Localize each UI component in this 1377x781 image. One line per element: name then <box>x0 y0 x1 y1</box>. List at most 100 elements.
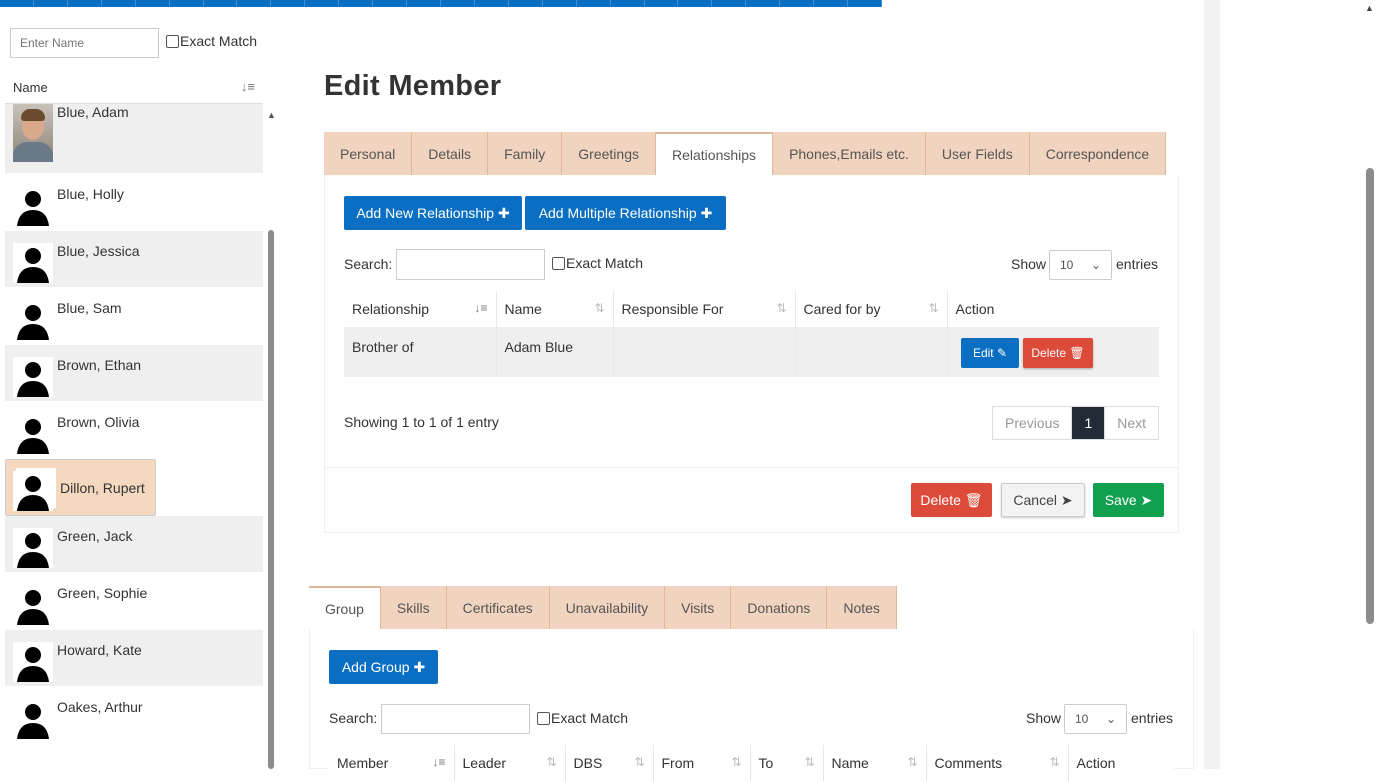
col-cared-for-by[interactable]: Cared for by ⇅ <box>795 291 948 327</box>
list-item[interactable]: Howard, Kate <box>5 630 263 687</box>
list-item[interactable]: Blue, Holly <box>5 174 263 231</box>
tab-donations[interactable]: Donations <box>731 586 828 629</box>
list-item[interactable]: Oakes, Arthur <box>5 687 263 744</box>
list-item[interactable]: Brown, Ethan <box>5 345 263 402</box>
tab-personal[interactable]: Personal <box>324 132 413 175</box>
avatar <box>13 642 53 682</box>
sort-icon[interactable]: ⇅ <box>546 755 556 769</box>
cell-relationship: Brother of <box>344 327 497 377</box>
col-name[interactable]: Name ⇅ <box>496 291 614 327</box>
list-item[interactable]: Green, Jack <box>5 516 263 573</box>
delete-member-button[interactable]: Delete 🗑 <box>911 483 992 517</box>
col-name[interactable]: Name ⇅ <box>823 745 927 781</box>
tab-details[interactable]: Details <box>412 132 489 175</box>
list-item[interactable]: Blue, Sam <box>5 288 263 345</box>
tab-correspondence[interactable]: Correspondence <box>1029 132 1167 175</box>
page-size-value: 10 <box>1075 712 1089 726</box>
list-header-name[interactable]: Name ↓≡ <box>5 70 263 104</box>
sort-icon[interactable]: ⇅ <box>634 755 644 769</box>
next-button[interactable]: Next <box>1105 407 1158 439</box>
group-exact-match-checkbox[interactable]: Exact Match <box>537 710 628 726</box>
tab-notes[interactable]: Notes <box>827 586 897 629</box>
col-label: Responsible For <box>621 301 724 317</box>
tab-unavailability[interactable]: Unavailability <box>549 586 666 629</box>
avatar <box>13 104 53 162</box>
sort-icon[interactable]: ⇅ <box>907 755 917 769</box>
search-label: Search: <box>344 256 393 272</box>
relationship-exact-match-checkbox[interactable]: Exact Match <box>552 255 643 271</box>
add-multiple-relationship-button[interactable]: Add Multiple Relationship ✚ <box>525 196 726 230</box>
add-multiple-relationship-label: Add Multiple Relationship <box>538 205 697 221</box>
previous-button[interactable]: Previous <box>993 407 1073 439</box>
show-label: Show <box>1026 710 1062 726</box>
list-item[interactable]: Brown, Olivia <box>5 402 263 459</box>
tab-user-fields[interactable]: User Fields <box>925 132 1030 175</box>
list-item[interactable]: Blue, Jessica <box>5 231 263 288</box>
cell-name: Adam Blue <box>496 327 614 377</box>
col-comments[interactable]: Comments ⇅ <box>926 745 1069 781</box>
sort-icon[interactable]: ⇅ <box>1049 755 1059 769</box>
tab-certificates[interactable]: Certificates <box>446 586 550 629</box>
arrow-right-circle-icon: ➤ <box>1060 491 1073 508</box>
add-new-relationship-button[interactable]: Add New Relationship ✚ <box>344 196 522 230</box>
tab-visits[interactable]: Visits <box>665 586 732 629</box>
group-search-input[interactable] <box>381 704 530 734</box>
sort-asc-icon[interactable]: ↓≡ <box>474 301 487 315</box>
list-item[interactable]: Blue, Adam <box>5 104 263 174</box>
sort-icon[interactable]: ⇅ <box>776 301 786 315</box>
delete-relationship-button[interactable]: Delete 🗑 <box>1023 338 1093 368</box>
tab-group[interactable]: Group <box>309 586 381 629</box>
exact-match-label: Exact Match <box>566 255 644 271</box>
scroll-up-icon[interactable]: ▲ <box>1365 3 1374 13</box>
col-relationship[interactable]: Relationship ↓≡ <box>344 291 497 327</box>
checkbox-box[interactable] <box>166 34 179 48</box>
pagination: Previous 1 Next <box>992 406 1160 440</box>
checkbox-box[interactable] <box>552 256 565 270</box>
col-dbs[interactable]: DBS ⇅ <box>565 745 654 781</box>
page-size-select[interactable]: 10 ⌄ <box>1049 250 1112 280</box>
checkbox-box[interactable] <box>537 711 550 725</box>
relationship-search-input[interactable] <box>396 249 545 280</box>
save-button[interactable]: Save ➤ <box>1093 483 1164 517</box>
col-action: Action <box>1068 745 1174 781</box>
edit-relationship-button[interactable]: Edit ✎ <box>961 338 1019 368</box>
add-group-button[interactable]: Add Group ✚ <box>329 650 438 684</box>
tab-relationships[interactable]: Relationships <box>656 132 774 175</box>
cancel-button[interactable]: Cancel ➤ <box>1001 483 1085 517</box>
sort-icon[interactable]: ↓≡ <box>241 79 255 94</box>
page-1-button[interactable]: 1 <box>1072 407 1106 439</box>
exact-match-checkbox[interactable]: Exact Match <box>166 33 257 49</box>
col-responsible-for[interactable]: Responsible For ⇅ <box>613 291 796 327</box>
col-member[interactable]: Member ↓≡ <box>329 745 455 781</box>
col-label: Name <box>504 301 542 317</box>
table-header-row: Member ↓≡ Leader ⇅ DBS ⇅ From ⇅ To ⇅ Name ⇅ Co… <box>329 745 1174 781</box>
page-scrollbar[interactable]: ▲ <box>1362 0 1377 769</box>
member-name: Blue, Sam <box>57 300 122 316</box>
trash-icon: 🗑 <box>964 491 983 508</box>
edit-icon: ✎ <box>996 346 1008 360</box>
sort-asc-icon[interactable]: ↓≡ <box>432 755 445 769</box>
member-list-scrollbar[interactable]: ▲ <box>265 104 277 769</box>
sort-icon[interactable]: ⇅ <box>594 301 604 315</box>
sort-icon[interactable]: ⇅ <box>928 301 938 315</box>
sort-icon[interactable]: ⇅ <box>804 755 814 769</box>
col-to[interactable]: To ⇅ <box>750 745 824 781</box>
member-name: Blue, Jessica <box>57 243 140 259</box>
list-item[interactable]: Green, Sophie <box>5 573 263 630</box>
scroll-up-icon[interactable]: ▲ <box>267 110 276 120</box>
avatar <box>13 357 53 397</box>
exact-match-label: Exact Match <box>180 33 258 49</box>
name-search-input[interactable] <box>10 28 159 58</box>
tab-family[interactable]: Family <box>488 132 563 175</box>
scrollbar-thumb[interactable] <box>1366 168 1374 624</box>
scrollbar-thumb[interactable] <box>268 230 274 769</box>
avatar <box>13 243 53 283</box>
sort-icon[interactable]: ⇅ <box>731 755 741 769</box>
tab-phones-emails-etc[interactable]: Phones,Emails etc. <box>773 132 926 175</box>
tab-skills[interactable]: Skills <box>380 586 447 629</box>
group-page-size-select[interactable]: 10 ⌄ <box>1064 704 1127 734</box>
tab-greetings[interactable]: Greetings <box>562 132 656 175</box>
col-label: Cared for by <box>803 301 881 317</box>
col-from[interactable]: From ⇅ <box>653 745 751 781</box>
col-leader[interactable]: Leader ⇅ <box>454 745 566 781</box>
